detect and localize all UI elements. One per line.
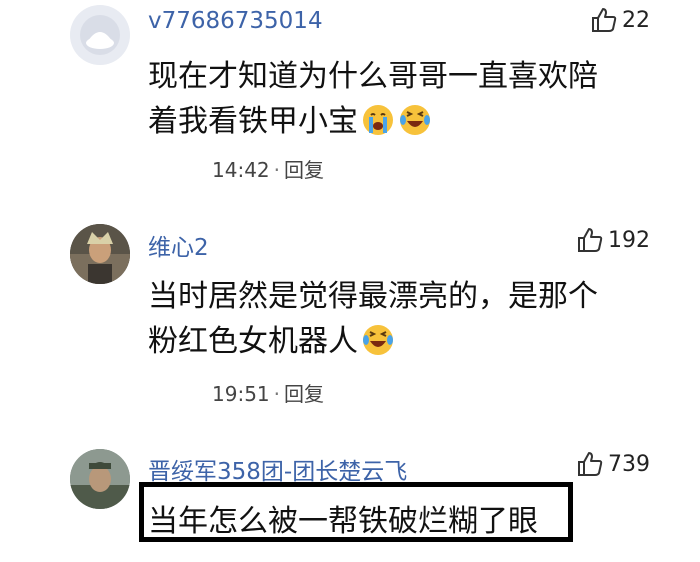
like-button[interactable]: 739 [576,450,650,478]
default-avatar-icon [70,5,130,65]
like-button[interactable]: 192 [576,226,650,254]
user-photo-avatar [70,224,130,284]
reply-button[interactable]: 回复 [284,158,324,182]
comment-text-line-1: 当时居然是觉得最漂亮的，是那个 [148,279,598,314]
like-count: 22 [622,7,650,33]
highlight-box [139,482,573,542]
username[interactable]: v77686735014 [148,8,323,34]
username[interactable]: 晋绥军358团-团长楚云飞 [148,452,407,486]
thumbs-up-icon [578,452,603,476]
separator: · [273,158,280,182]
avatar[interactable] [70,5,130,65]
thumbs-up-icon [592,8,617,32]
comment-text-line-2: 粉红色女机器人 [148,319,668,364]
comment-time: 14:42 [212,158,270,182]
like-count: 192 [608,227,650,253]
laughing-tears-emoji [363,325,393,355]
separator: · [273,382,280,406]
comment-text-line-2: 着我看铁甲小宝 [148,99,668,144]
comment-text: 当时居然是觉得最漂亮的，是那个 粉红色女机器人 [148,274,668,364]
comment-2: 维心2 192 当时居然是觉得最漂亮的，是那个 粉红色女机器人 19:51 · 回复 [0,220,700,420]
avatar[interactable] [70,224,130,284]
username[interactable]: 维心2 [148,228,209,262]
like-button[interactable]: 22 [590,6,650,34]
comment-meta: 14:42 · 回复 [212,154,324,183]
comment-1: v77686735014 22 现在才知道为什么哥哥一直喜欢陪 着我看铁甲小宝 [0,0,700,200]
reply-button[interactable]: 回复 [284,382,324,406]
crying-face-emoji [363,105,393,135]
avatar[interactable] [70,449,130,509]
laughing-tears-emoji [400,105,430,135]
thumbs-up-icon [578,228,603,252]
user-photo-avatar [70,449,130,509]
comment-meta: 19:51 · 回复 [212,378,324,407]
comment-text-line-1: 现在才知道为什么哥哥一直喜欢陪 [148,59,598,94]
comment-text: 现在才知道为什么哥哥一直喜欢陪 着我看铁甲小宝 [148,54,668,144]
comment-time: 19:51 [212,382,270,406]
like-count: 739 [608,451,650,477]
